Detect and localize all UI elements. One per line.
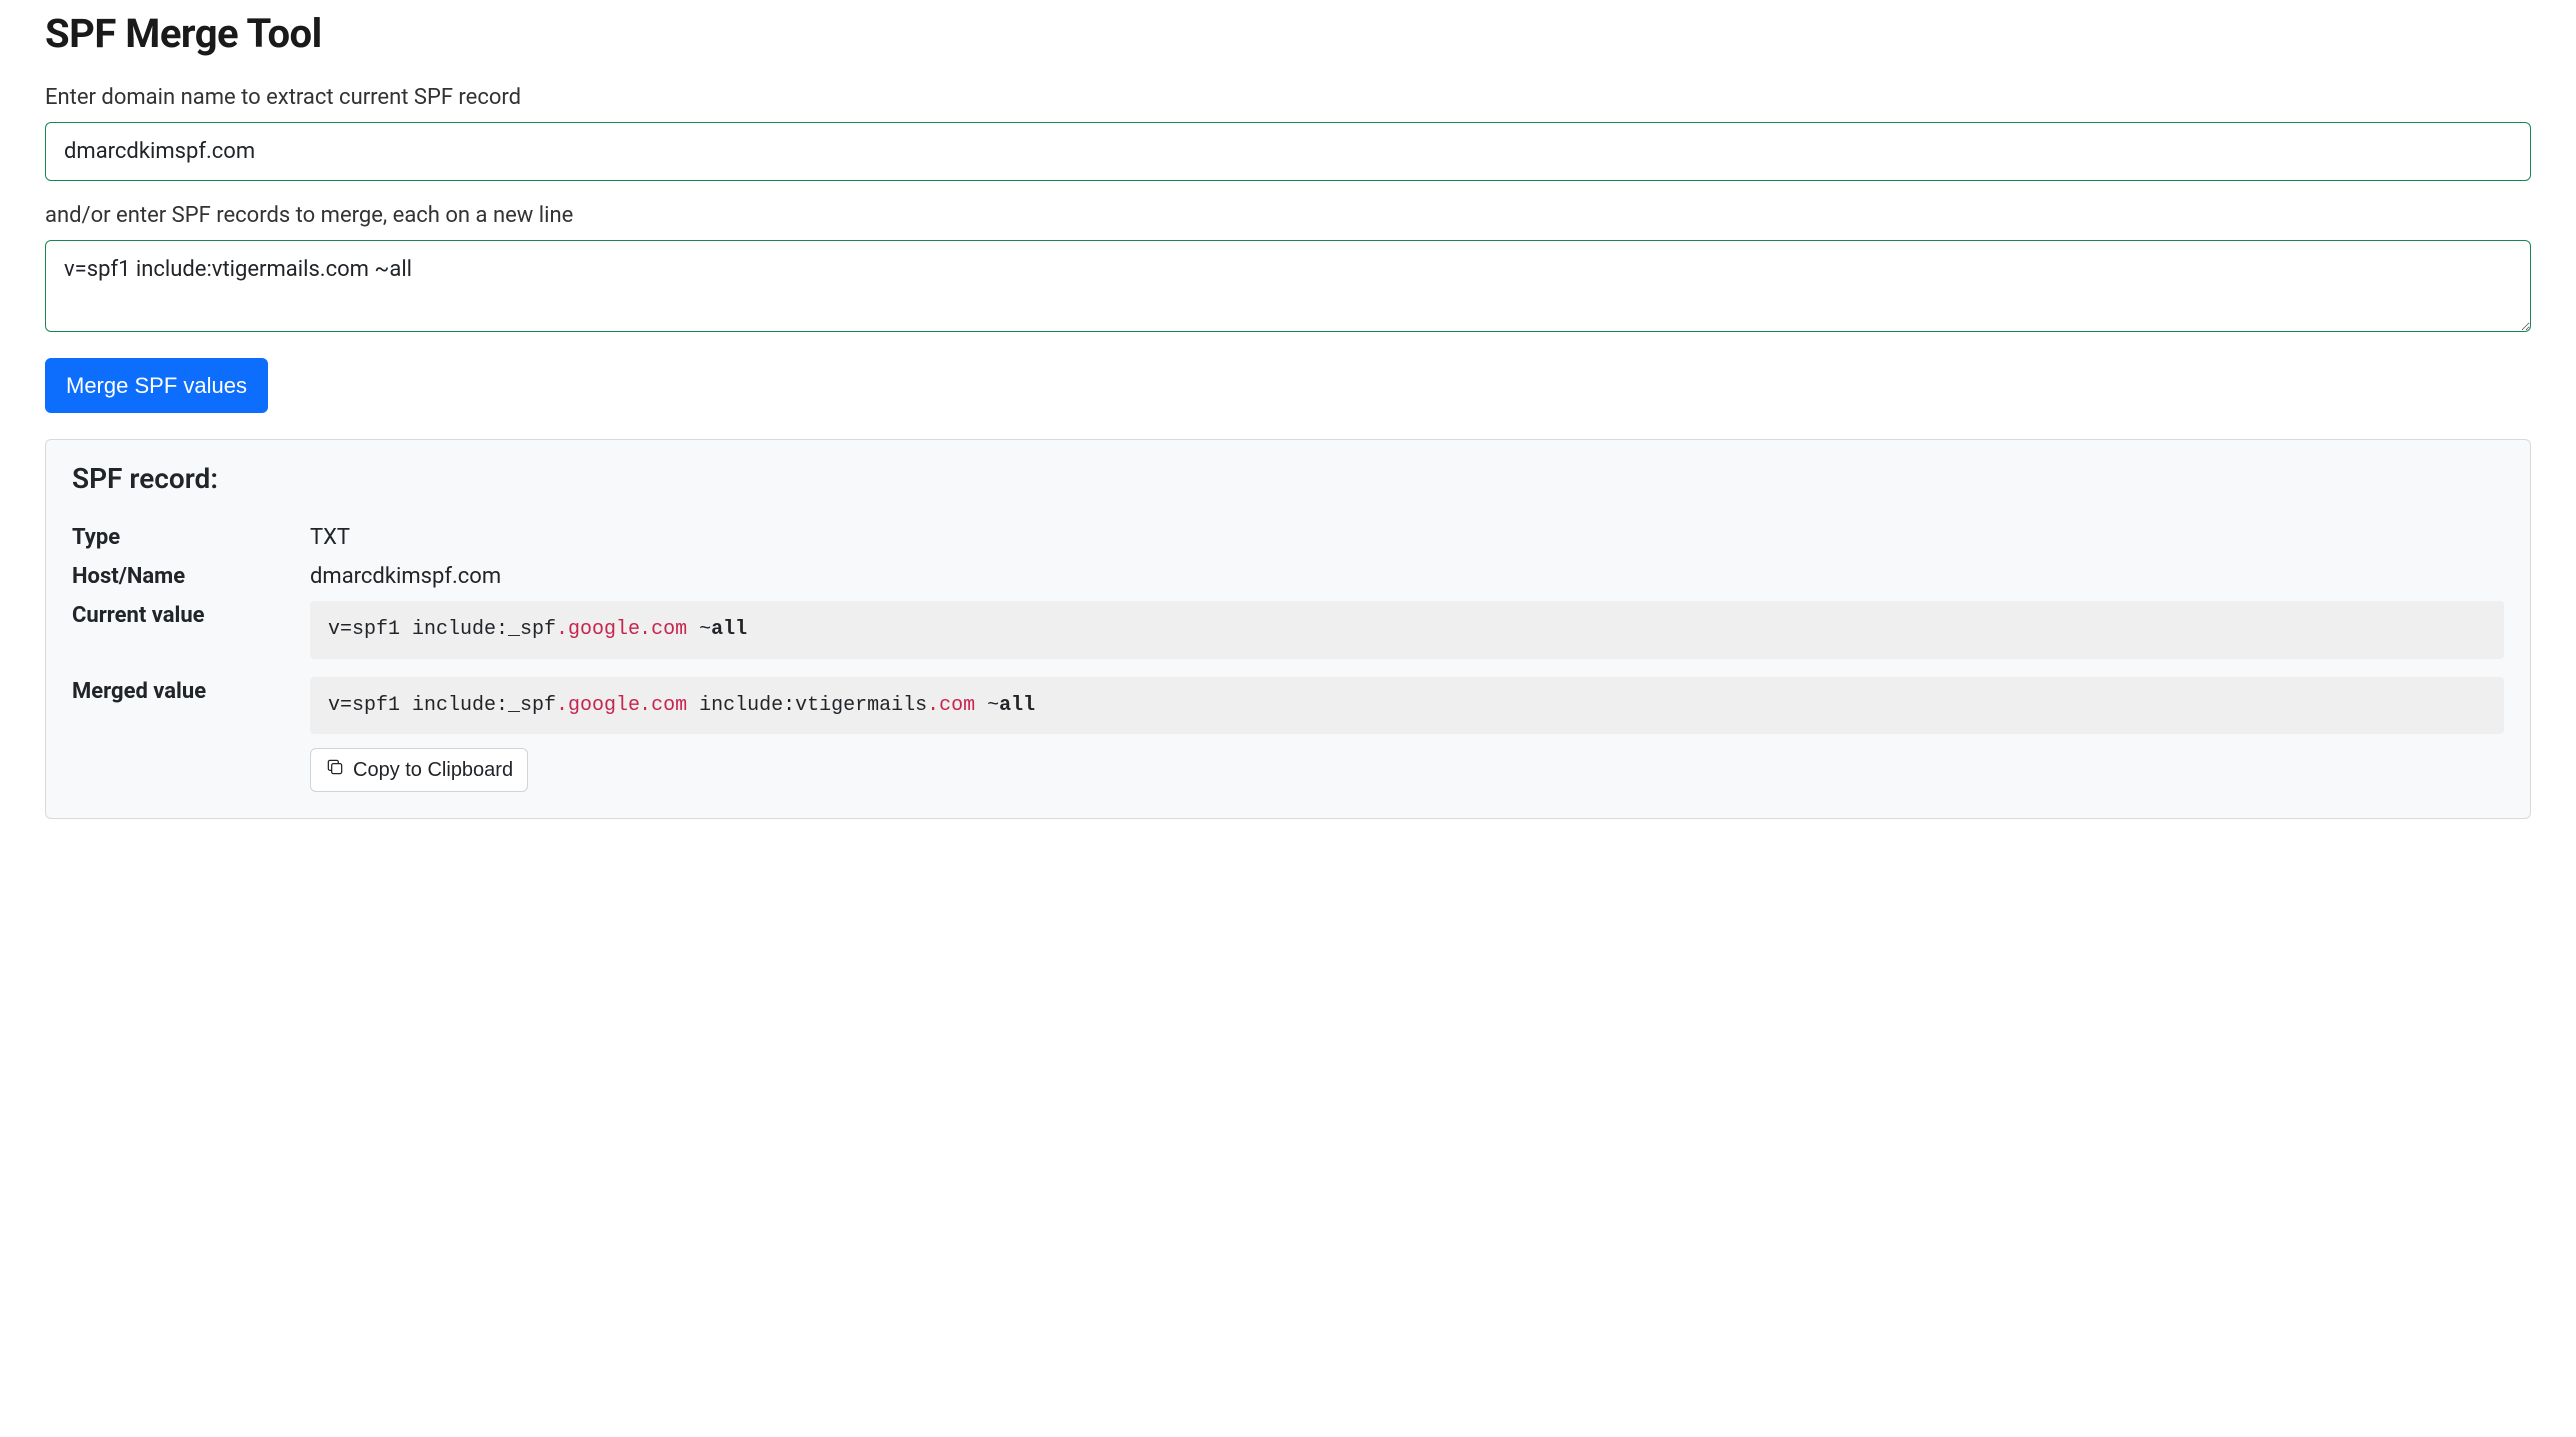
code-token: ~ (975, 694, 999, 717)
domain-label: Enter domain name to extract current SPF… (45, 85, 2531, 110)
page-title: SPF Merge Tool (45, 10, 2531, 57)
merged-value-label: Merged value (72, 673, 310, 704)
current-value-row: Current value v=spf1 include:_spf.google… (72, 597, 2504, 669)
code-token: v=spf1 include:_spf (328, 694, 556, 717)
domain-input[interactable] (45, 122, 2531, 181)
code-token: v=spf1 include:_spf (328, 618, 556, 641)
type-value: TXT (310, 519, 2504, 550)
current-value-code: v=spf1 include:_spf.google.com ~all (310, 601, 2504, 659)
result-card: SPF record: Type TXT Host/Name dmarcdkim… (45, 439, 2531, 819)
host-value: dmarcdkimspf.com (310, 558, 2504, 589)
copy-icon (325, 757, 345, 783)
spf-records-textarea[interactable]: v=spf1 include:vtigermails.com ~all (45, 240, 2531, 332)
code-token: .google.com (556, 618, 687, 641)
code-token: .com (927, 694, 975, 717)
merged-value-row: Merged value v=spf1 include:_spf.google.… (72, 673, 2504, 792)
host-row: Host/Name dmarcdkimspf.com (72, 558, 2504, 589)
code-token: .google.com (556, 694, 687, 717)
merge-button[interactable]: Merge SPF values (45, 358, 268, 413)
type-row: Type TXT (72, 519, 2504, 550)
code-token: include:vtigermails (687, 694, 927, 717)
result-heading: SPF record: (72, 462, 2504, 495)
code-token: ~ (687, 618, 711, 641)
merged-value-code: v=spf1 include:_spf.google.com include:v… (310, 677, 2504, 734)
copy-to-clipboard-button[interactable]: Copy to Clipboard (310, 748, 528, 792)
type-label: Type (72, 519, 310, 550)
spf-records-group: and/or enter SPF records to merge, each … (45, 203, 2531, 336)
host-label: Host/Name (72, 558, 310, 589)
spf-records-label: and/or enter SPF records to merge, each … (45, 203, 2531, 228)
copy-button-label: Copy to Clipboard (353, 759, 513, 782)
current-value-label: Current value (72, 597, 310, 628)
code-token: all (999, 694, 1035, 717)
code-token: all (711, 618, 747, 641)
domain-group: Enter domain name to extract current SPF… (45, 85, 2531, 181)
